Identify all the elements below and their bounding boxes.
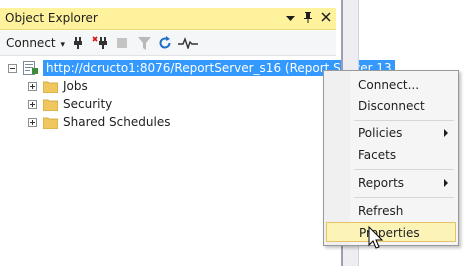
collapse-icon[interactable] xyxy=(8,63,17,73)
folder-icon xyxy=(42,81,59,93)
submenu-arrow-icon xyxy=(444,179,448,187)
menu-item-policies[interactable]: Policies xyxy=(326,123,456,143)
expand-icon[interactable] xyxy=(28,117,37,127)
pin-icon[interactable] xyxy=(302,11,314,26)
server-icon xyxy=(23,61,39,75)
tree-node-label[interactable]: Shared Schedules xyxy=(63,115,170,129)
panel-title: Object Explorer xyxy=(5,11,98,25)
object-explorer-tree: http://dcructo1:8076/ReportServer_s16 (R… xyxy=(0,56,395,266)
menu-item-disconnect[interactable]: Disconnect xyxy=(326,96,456,116)
menu-item-label: Connect... xyxy=(358,78,420,92)
refresh-icon[interactable] xyxy=(157,35,173,51)
menu-item-label: Disconnect xyxy=(358,99,425,113)
connect-dropdown-button[interactable]: Connect ▾ xyxy=(6,36,65,50)
connect-label: Connect xyxy=(6,36,56,50)
activity-monitor-icon[interactable] xyxy=(178,35,198,51)
chevron-down-icon: ▾ xyxy=(57,40,66,50)
context-menu: Connect... Disconnect Policies Facets Re… xyxy=(323,70,459,246)
menu-item-label: Reports xyxy=(358,176,405,190)
menu-item-properties[interactable]: Properties xyxy=(326,222,456,242)
menu-item-label: Facets xyxy=(358,148,397,162)
menu-item-connect[interactable]: Connect... xyxy=(326,75,456,95)
menu-item-label: Refresh xyxy=(358,204,404,218)
panel-title-bar: Object Explorer xyxy=(0,8,336,30)
menu-item-reports[interactable]: Reports xyxy=(326,173,456,193)
connect-icon[interactable] xyxy=(70,35,86,51)
filter-icon[interactable] xyxy=(136,35,152,51)
title-bar-buttons xyxy=(284,10,332,26)
object-explorer-panel: Object Explorer Connect ▾ http://dcructo… xyxy=(0,0,395,266)
menu-item-label: Policies xyxy=(358,126,403,140)
mouse-pointer-icon xyxy=(368,225,384,252)
tree-node-label[interactable]: Security xyxy=(63,97,112,111)
folder-icon xyxy=(42,99,59,111)
ssms-window: Object Explorer Connect ▾ http://dcructo… xyxy=(0,0,469,266)
menu-separator xyxy=(354,169,454,170)
close-icon[interactable] xyxy=(320,11,332,25)
disconnect-icon[interactable] xyxy=(92,35,108,51)
folder-icon xyxy=(42,117,59,129)
menu-item-refresh[interactable]: Refresh xyxy=(326,201,456,221)
menu-separator xyxy=(354,120,454,121)
expand-icon[interactable] xyxy=(28,81,37,91)
submenu-arrow-icon xyxy=(444,129,448,137)
menu-item-facets[interactable]: Facets xyxy=(326,145,456,165)
chevron-down-icon[interactable] xyxy=(284,12,296,25)
tree-node-shared-schedules[interactable]: Shared Schedules xyxy=(28,113,170,131)
object-explorer-toolbar: Connect ▾ xyxy=(0,31,336,56)
tree-node-jobs[interactable]: Jobs xyxy=(28,77,88,95)
tree-node-label[interactable]: Jobs xyxy=(63,79,88,93)
menu-separator xyxy=(354,197,454,198)
expand-icon[interactable] xyxy=(28,99,37,109)
tree-node-security[interactable]: Security xyxy=(28,95,112,113)
stop-icon[interactable] xyxy=(114,35,130,51)
